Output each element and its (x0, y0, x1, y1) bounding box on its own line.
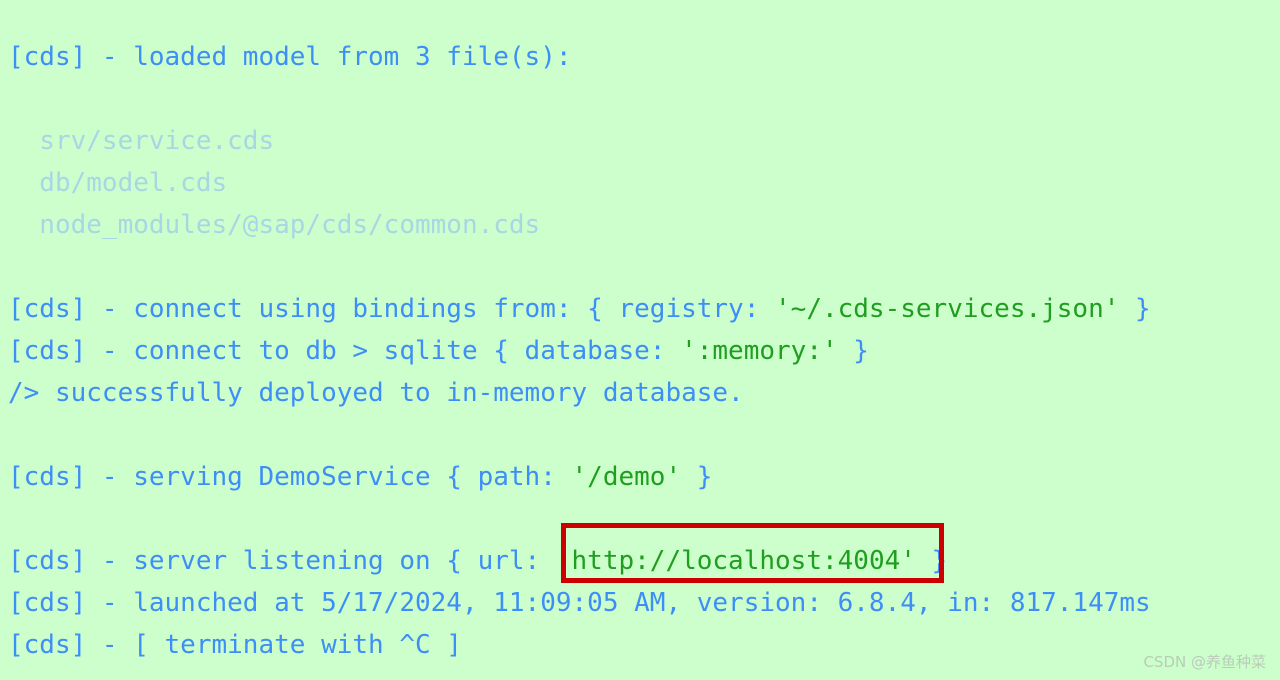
terminal-text-segment: } (915, 546, 948, 576)
csdn-watermark: CSDN @养鱼种菜 (1143, 653, 1266, 671)
terminal-output: [cds] - loaded model from 3 file(s): srv… (0, 0, 1280, 680)
terminal-text-segment: [cds] - [ terminate with ^C ] (8, 630, 462, 660)
terminal-text-segment: srv/service.cds (8, 126, 275, 156)
terminal-text-segment: '~/.cds-services.json' (775, 294, 1120, 324)
terminal-text-segment: [cds] - launched at 5/17/2024, 11:09:05 … (8, 588, 1151, 618)
terminal-line: [cds] - server listening on { url: 'http… (8, 540, 947, 582)
terminal-text-segment: [cds] - server listening on { url: (8, 546, 556, 576)
terminal-text-segment: db/model.cds (8, 168, 228, 198)
terminal-text-segment: '/demo' (571, 462, 682, 492)
terminal-text-segment: node_modules/@sap/cds/common.cds (8, 210, 541, 240)
terminal-text-segment: } (681, 462, 713, 492)
terminal-text-segment: [cds] - loaded model from 3 file(s): (8, 42, 572, 72)
terminal-line: [cds] - serving DemoService { path: '/de… (8, 456, 712, 498)
terminal-text-segment: /> successfully deployed to in-memory da… (8, 378, 744, 408)
terminal-line: db/model.cds (8, 162, 227, 204)
terminal-text-segment: [cds] - connect using bindings from: { r… (8, 294, 776, 324)
terminal-line: node_modules/@sap/cds/common.cds (8, 204, 540, 246)
terminal-line: [cds] - connect to db > sqlite { databas… (8, 330, 869, 372)
terminal-text-segment: [cds] - connect to db > sqlite { databas… (8, 336, 682, 366)
terminal-text-segment: 'http://localhost:4004' (555, 546, 916, 576)
terminal-line: /> successfully deployed to in-memory da… (8, 372, 744, 414)
terminal-line: [cds] - [ terminate with ^C ] (8, 624, 462, 666)
terminal-line: [cds] - loaded model from 3 file(s): (8, 36, 572, 78)
terminal-text-segment: } (1119, 294, 1151, 324)
terminal-line: [cds] - connect using bindings from: { r… (8, 288, 1151, 330)
terminal-text-segment: } (837, 336, 869, 366)
terminal-line: [cds] - launched at 5/17/2024, 11:09:05 … (8, 582, 1151, 624)
terminal-text-segment: ':memory:' (681, 336, 838, 366)
terminal-line: srv/service.cds (8, 120, 274, 162)
terminal-text-segment: [cds] - serving DemoService { path: (8, 462, 572, 492)
